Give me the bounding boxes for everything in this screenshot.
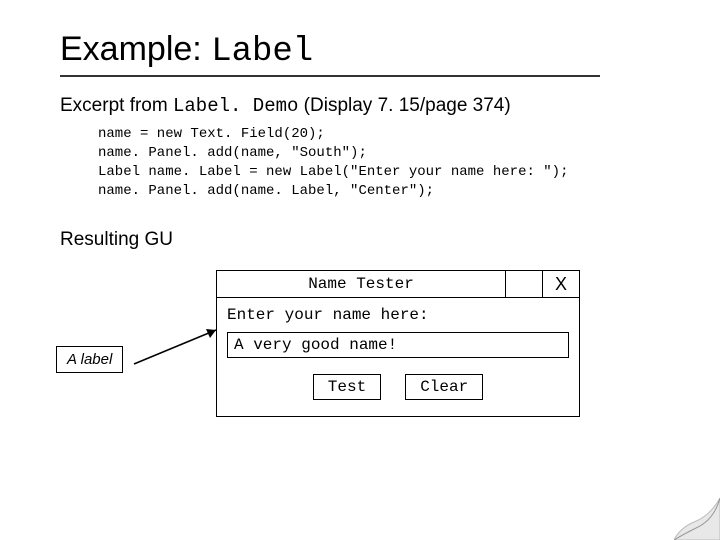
code-block: name = new Text. Field(20); name. Panel.…	[98, 125, 670, 201]
gui-titlebar: Name Tester X	[217, 271, 579, 298]
gui-titlebar-box	[505, 271, 542, 297]
excerpt-mono: Label. Demo	[173, 95, 298, 117]
excerpt-prefix: Excerpt from	[60, 95, 173, 116]
test-button[interactable]: Test	[313, 374, 381, 400]
excerpt-line: Excerpt from Label. Demo (Display 7. 15/…	[60, 95, 670, 117]
gui-prompt-label: Enter your name here:	[227, 306, 569, 324]
title-underline	[60, 75, 600, 77]
page-curl-icon	[674, 498, 720, 540]
gui-window: Name Tester X Enter your name here: A ve…	[216, 270, 580, 417]
gui-body: Enter your name here: A very good name! …	[217, 298, 579, 416]
title-prefix: Example:	[60, 30, 211, 68]
gui-button-row: Test Clear	[227, 374, 569, 402]
title-mono: Label	[211, 33, 313, 71]
gui-window-title: Name Tester	[217, 271, 505, 297]
annotation-arrow-icon	[130, 326, 230, 376]
resulting-label: Resulting GU	[60, 229, 173, 251]
name-input[interactable]: A very good name!	[227, 332, 569, 358]
clear-button[interactable]: Clear	[405, 374, 483, 400]
slide-title: Example: Label	[60, 30, 670, 71]
close-icon[interactable]: X	[542, 271, 579, 297]
annotation-label: A label	[56, 346, 123, 373]
excerpt-suffix: (Display 7. 15/page 374)	[298, 95, 510, 116]
